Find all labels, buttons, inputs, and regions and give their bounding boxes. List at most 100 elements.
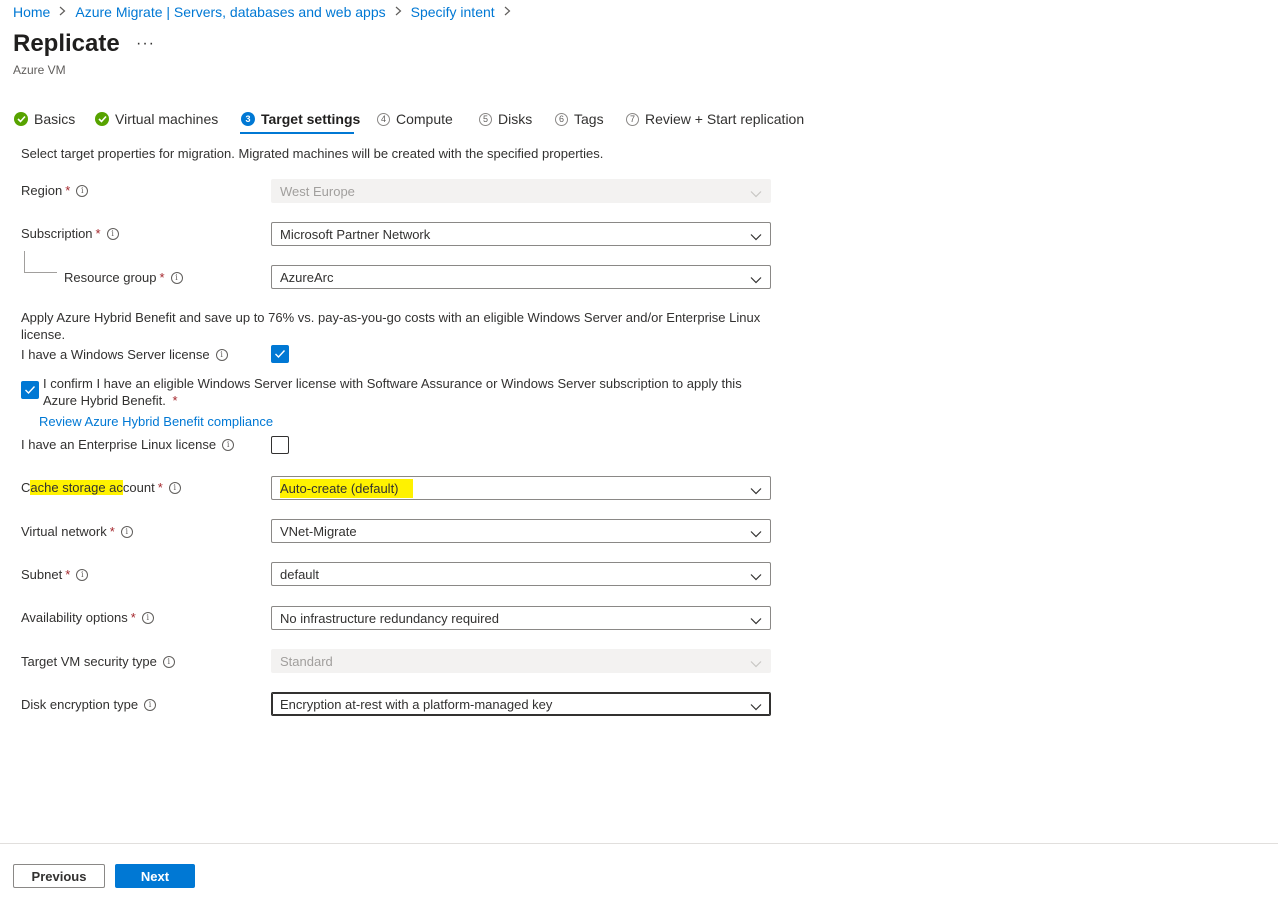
label-text: Region	[21, 183, 63, 198]
tab-compute[interactable]: 4 Compute	[377, 108, 453, 130]
tab-disks[interactable]: 5 Disks	[479, 108, 532, 130]
label-text: Subscription	[21, 226, 93, 241]
next-button[interactable]: Next	[115, 864, 195, 888]
step-number-icon: 7	[626, 112, 639, 126]
subscription-dropdown[interactable]: Microsoft Partner Network	[271, 222, 771, 246]
security-type-label: Target VM security type i	[21, 654, 175, 669]
chevron-down-icon	[750, 272, 762, 287]
tab-label: Review + Start replication	[645, 111, 805, 127]
required-marker: *	[159, 270, 165, 285]
chevron-down-icon	[750, 656, 762, 671]
hybrid-benefit-description: Apply Azure Hybrid Benefit and save up t…	[21, 310, 761, 342]
linux-license-label: I have an Enterprise Linux license i	[21, 437, 235, 452]
info-icon[interactable]: i	[120, 525, 133, 538]
info-icon[interactable]: i	[162, 655, 175, 668]
breadcrumb-home[interactable]: Home	[13, 4, 50, 20]
info-icon[interactable]: i	[76, 184, 89, 197]
windows-license-checkbox[interactable]	[271, 345, 289, 363]
dropdown-value: VNet-Migrate	[280, 523, 357, 539]
info-icon[interactable]: i	[170, 271, 183, 284]
subnet-dropdown[interactable]: default	[271, 562, 771, 586]
info-icon[interactable]: i	[106, 227, 119, 240]
step-number-icon: 5	[479, 112, 492, 126]
dropdown-value: No infrastructure redundancy required	[280, 610, 499, 626]
security-type-dropdown: Standard	[271, 649, 771, 673]
dropdown-value: default	[280, 566, 320, 582]
more-options-icon[interactable]: ···	[136, 35, 155, 53]
tab-label: Compute	[396, 111, 453, 127]
required-marker: *	[65, 567, 71, 582]
tab-label: Basics	[34, 111, 76, 127]
footer-divider	[0, 843, 1278, 844]
breadcrumb: Home Azure Migrate | Servers, databases …	[13, 4, 520, 20]
step-number-icon: 4	[377, 112, 390, 126]
confirm-label: I confirm I have an eligible Windows Ser…	[43, 376, 742, 408]
confirm-license-checkbox[interactable]	[21, 381, 39, 399]
page-subtitle: Azure VM	[13, 63, 66, 77]
windows-license-label: I have a Windows Server license i	[21, 347, 228, 362]
tab-basics[interactable]: Basics	[14, 108, 75, 130]
cache-storage-dropdown[interactable]: Auto-create (default)	[271, 476, 771, 500]
tab-target-settings[interactable]: 3 Target settings	[241, 108, 360, 130]
chevron-down-icon	[750, 699, 762, 714]
info-icon[interactable]: i	[144, 698, 157, 711]
previous-button[interactable]: Previous	[13, 864, 105, 888]
tree-connector	[24, 272, 57, 273]
subnet-label: Subnet * i	[21, 567, 89, 582]
dropdown-value: Encryption at-rest with a platform-manag…	[280, 696, 553, 712]
step-number-icon: 3	[241, 112, 255, 126]
chevron-down-icon	[750, 569, 762, 584]
tab-label: Tags	[574, 111, 604, 127]
resource-group-label: Resource group * i	[64, 270, 183, 285]
required-marker: *	[65, 183, 71, 198]
checkmark-circle-icon	[14, 112, 28, 126]
label-text: Virtual network	[21, 524, 107, 539]
info-icon[interactable]: i	[141, 611, 154, 624]
step-number-icon: 6	[555, 112, 568, 126]
label-text: Disk encryption type	[21, 697, 139, 712]
info-icon[interactable]: i	[222, 438, 235, 451]
hybrid-benefit-compliance-link[interactable]: Review Azure Hybrid Benefit compliance	[39, 414, 273, 429]
chevron-down-icon	[750, 186, 762, 201]
linux-license-checkbox[interactable]	[271, 436, 289, 454]
tab-label: Target settings	[261, 111, 361, 127]
chevron-right-icon	[504, 5, 511, 19]
label-text-highlight: ache storage ac	[30, 480, 123, 495]
active-tab-indicator	[240, 132, 354, 134]
label-text-prefix: C	[21, 480, 31, 495]
subscription-label: Subscription * i	[21, 226, 119, 241]
required-marker: *	[130, 610, 136, 625]
availability-options-dropdown[interactable]: No infrastructure redundancy required	[271, 606, 771, 630]
info-icon[interactable]: i	[168, 481, 181, 494]
resource-group-dropdown[interactable]: AzureArc	[271, 265, 771, 289]
region-label: Region * i	[21, 183, 89, 198]
checkmark-circle-icon	[95, 112, 109, 126]
tab-virtual-machines[interactable]: Virtual machines	[95, 108, 218, 130]
required-marker: *	[95, 226, 101, 241]
confirm-license-text: I confirm I have an eligible Windows Ser…	[43, 375, 773, 409]
tab-tags[interactable]: 6 Tags	[555, 108, 604, 130]
breadcrumb-azure-migrate[interactable]: Azure Migrate | Servers, databases and w…	[75, 4, 385, 20]
label-text: Resource group	[64, 270, 157, 285]
chevron-down-icon	[750, 526, 762, 541]
dropdown-value: West Europe	[280, 183, 355, 199]
chevron-down-icon	[750, 229, 762, 244]
chevron-down-icon	[750, 613, 762, 628]
tab-review-start-replication[interactable]: 7 Review + Start replication	[626, 108, 804, 130]
checkmark-icon	[25, 386, 36, 395]
label-text: Subnet	[21, 567, 63, 582]
disk-encryption-label: Disk encryption type i	[21, 697, 157, 712]
virtual-network-label: Virtual network * i	[21, 524, 133, 539]
tab-label: Disks	[498, 111, 533, 127]
disk-encryption-dropdown[interactable]: Encryption at-rest with a platform-manag…	[271, 692, 771, 716]
chevron-down-icon	[750, 483, 762, 498]
checkmark-icon	[275, 350, 286, 359]
info-icon[interactable]: i	[215, 348, 228, 361]
chevron-right-icon	[59, 5, 66, 19]
virtual-network-dropdown[interactable]: VNet-Migrate	[271, 519, 771, 543]
info-icon[interactable]: i	[76, 568, 89, 581]
dropdown-value: Microsoft Partner Network	[280, 226, 431, 242]
label-text: I have a Windows Server license	[21, 347, 210, 362]
breadcrumb-specify-intent[interactable]: Specify intent	[411, 4, 495, 20]
required-marker: *	[172, 393, 178, 408]
